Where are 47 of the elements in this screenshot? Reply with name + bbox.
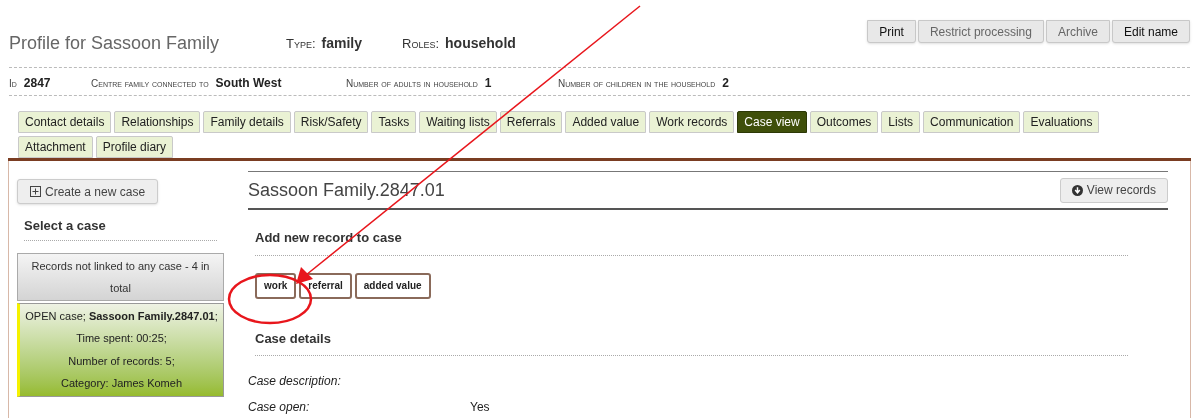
- tab[interactable]: Waiting lists: [419, 111, 497, 133]
- case-item[interactable]: OPEN case; Sassoon Family.2847.01; Time spent: 00:25; Number of records: 5; Category: James Komeh: [17, 302, 224, 397]
- plus-box-icon: [30, 186, 41, 197]
- tab[interactable]: Evaluations: [1023, 111, 1100, 133]
- field-label: Type:: [286, 35, 316, 53]
- download-circle-icon: [1071, 184, 1083, 196]
- record-type-button[interactable]: work: [255, 272, 297, 299]
- info-value: 2847: [23, 75, 51, 92]
- field-label: Roles:: [402, 35, 440, 53]
- info-label: Id: [9, 77, 17, 91]
- detail-label: Case open:: [248, 399, 311, 416]
- view-records-button[interactable]: View records: [1059, 177, 1168, 203]
- tab[interactable]: Communication: [923, 111, 1021, 133]
- tab[interactable]: Profile diary: [95, 136, 174, 158]
- action-button[interactable]: Edit name: [1111, 20, 1190, 43]
- record-type-button[interactable]: added value: [354, 272, 431, 299]
- field-value: family: [321, 34, 363, 53]
- info-value: 2: [722, 75, 729, 92]
- tab[interactable]: Outcomes: [809, 111, 879, 133]
- info-label: Number of adults in household: [346, 77, 478, 91]
- tab[interactable]: Referrals: [499, 111, 563, 133]
- section-heading: Case details: [255, 328, 1128, 356]
- tab[interactable]: Risk/Safety: [293, 111, 369, 133]
- tab[interactable]: Contact details: [18, 111, 112, 133]
- tab[interactable]: Attachment: [18, 136, 93, 158]
- create-case-button[interactable]: Create a new case: [17, 179, 159, 204]
- action-button[interactable]: Archive: [1045, 20, 1110, 43]
- info-label: Number of children in the household: [558, 77, 716, 91]
- info-value: South West: [215, 75, 282, 92]
- tab[interactable]: Lists: [881, 111, 921, 133]
- tab[interactable]: Added value: [565, 111, 647, 133]
- action-button[interactable]: Restrict processing: [917, 20, 1044, 43]
- tab[interactable]: Relationships: [114, 111, 201, 133]
- section-heading: Select a case: [24, 216, 217, 241]
- page-title: Profile for Sassoon Family: [9, 32, 221, 55]
- tab[interactable]: Case view: [737, 111, 807, 133]
- field-value: household: [445, 34, 516, 53]
- detail-label: Case description:: [248, 373, 342, 390]
- tab[interactable]: Family details: [203, 111, 291, 133]
- info-value: 1: [484, 75, 492, 92]
- tab[interactable]: Tasks: [371, 111, 417, 133]
- info-label: Centre family connected to: [91, 77, 209, 91]
- section-heading: Add new record to case: [255, 228, 1128, 256]
- case-item[interactable]: Records not linked to any case - 4 in total: [17, 252, 224, 301]
- tab[interactable]: Work records: [649, 111, 735, 133]
- action-button[interactable]: Print: [867, 20, 916, 43]
- detail-value: Yes: [470, 399, 490, 416]
